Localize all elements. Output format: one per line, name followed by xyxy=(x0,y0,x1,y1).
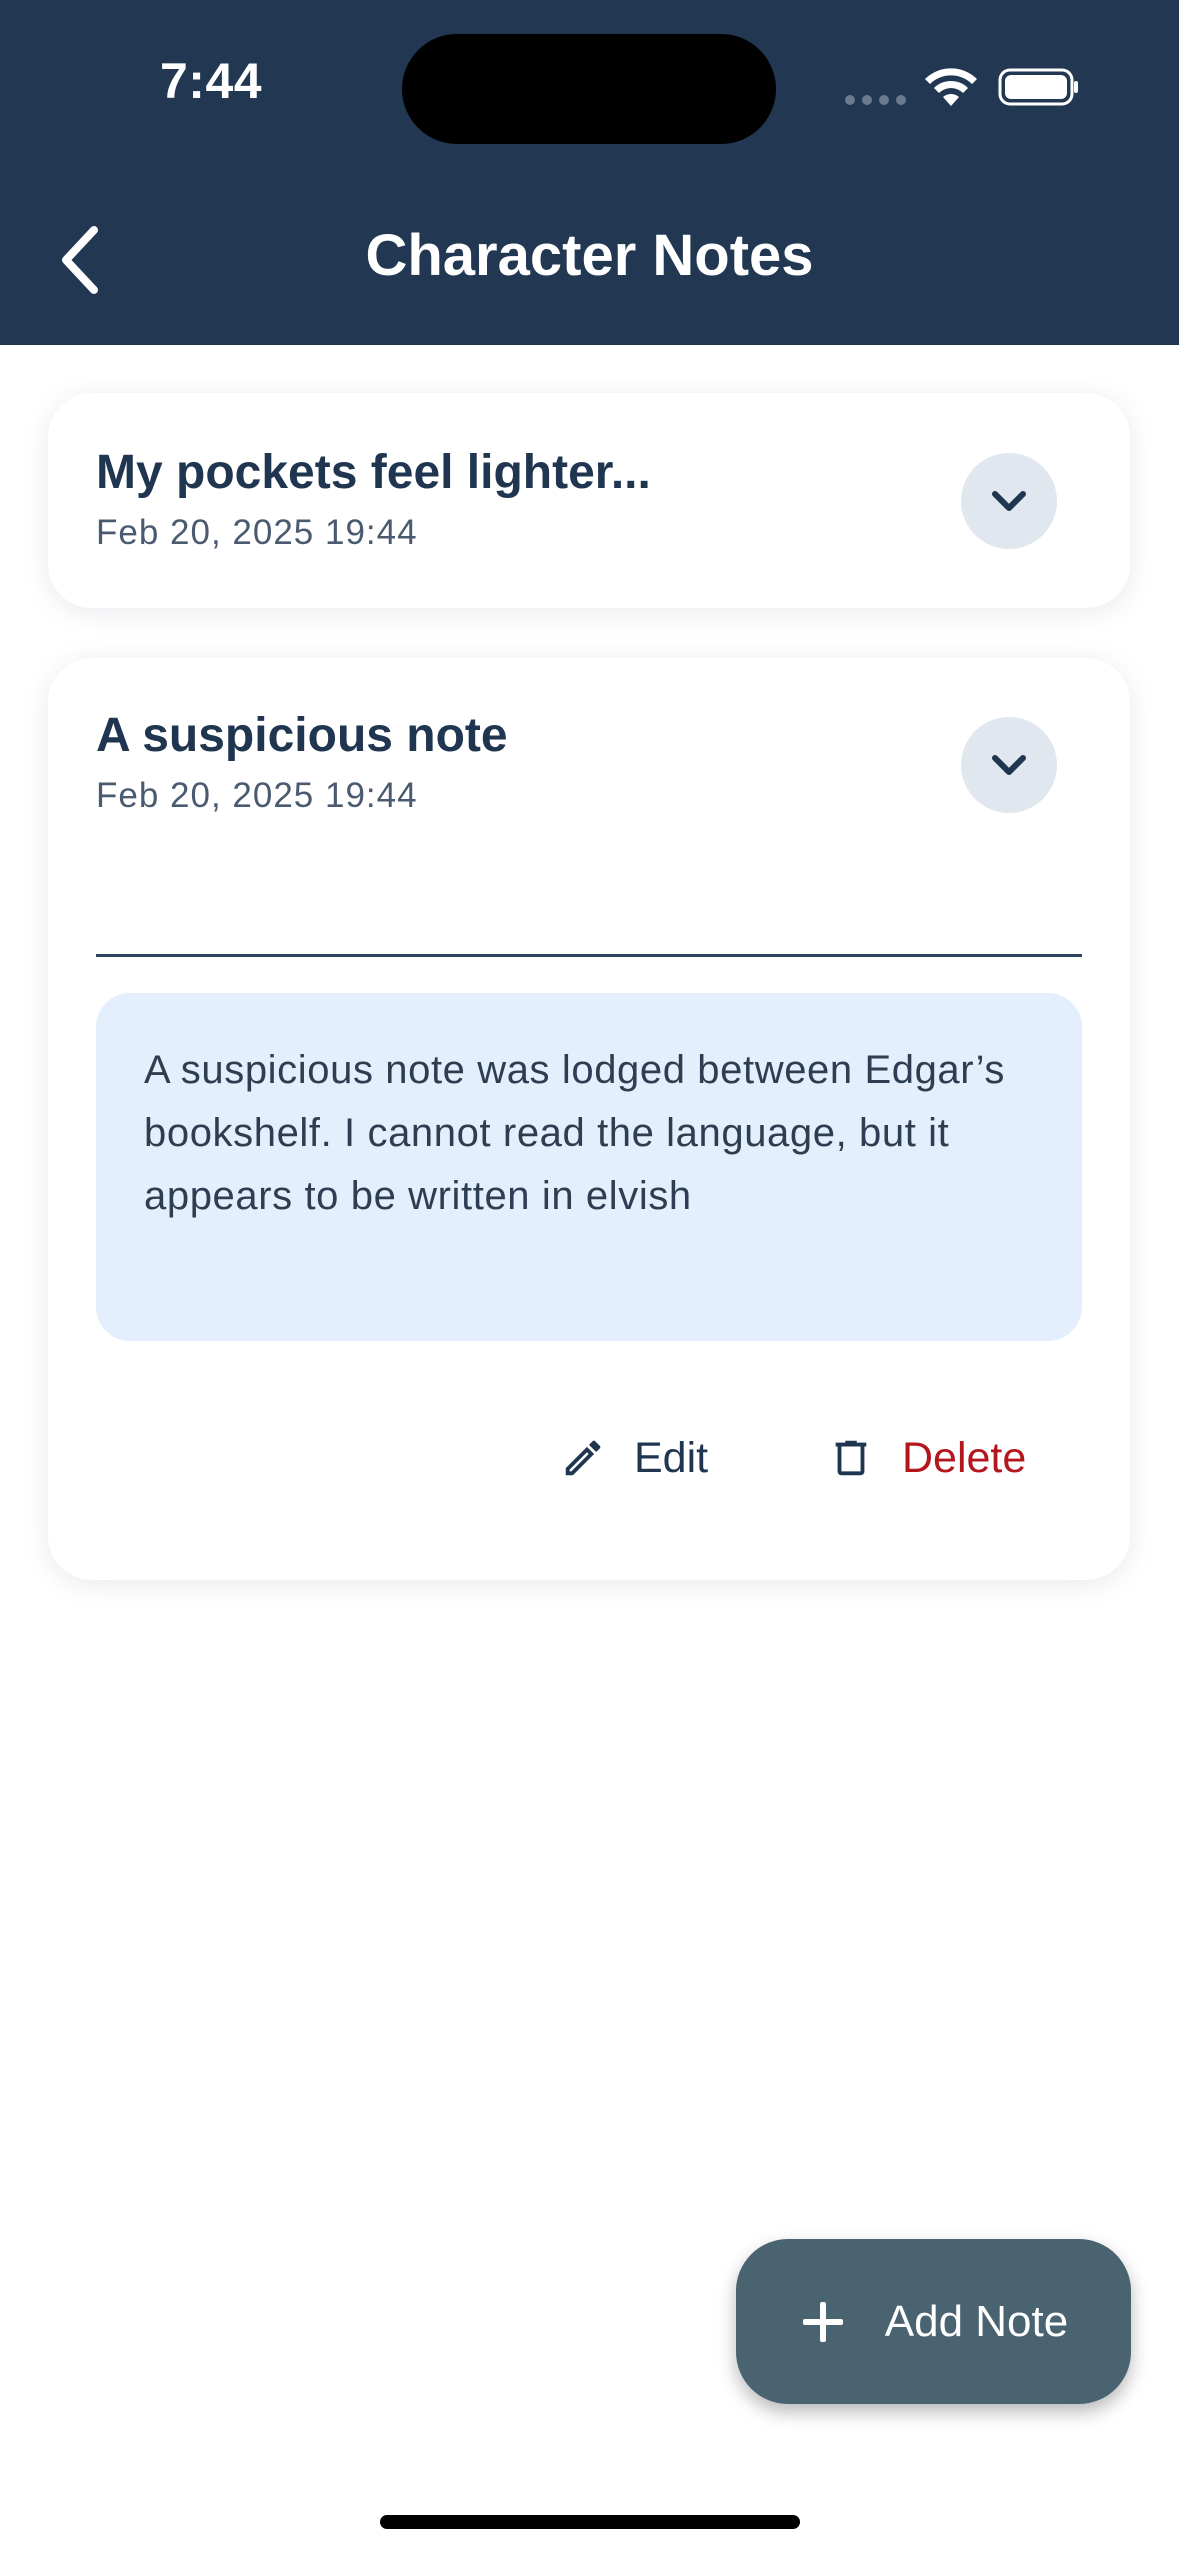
note-body: A suspicious note was lodged between Edg… xyxy=(96,993,1082,1341)
cellular-signal-icon xyxy=(845,95,906,105)
note-card[interactable]: A suspicious note Feb 20, 2025 19:44 A s… xyxy=(48,658,1130,1580)
delete-label: Delete xyxy=(902,1433,1027,1482)
note-title: My pockets feel lighter... xyxy=(96,446,651,499)
chevron-down-icon xyxy=(992,491,1026,511)
battery-icon xyxy=(998,68,1078,106)
home-indicator[interactable] xyxy=(380,2515,800,2529)
chevron-down-icon xyxy=(992,755,1026,775)
note-card[interactable]: My pockets feel lighter... Feb 20, 2025 … xyxy=(48,393,1130,608)
add-note-button[interactable]: Add Note xyxy=(736,2239,1131,2404)
pencil-icon xyxy=(565,1440,601,1476)
dynamic-island xyxy=(402,34,776,144)
status-bar-time: 7:44 xyxy=(160,53,263,109)
add-note-label: Add Note xyxy=(884,2296,1069,2346)
divider xyxy=(96,954,1082,957)
delete-note-button[interactable]: Delete xyxy=(828,1413,1026,1503)
edit-note-button[interactable]: Edit xyxy=(560,1413,708,1503)
note-title: A suspicious note xyxy=(96,709,508,762)
app-header: 7:44 Character Notes xyxy=(0,0,1179,345)
plus-icon xyxy=(802,2301,843,2342)
expand-note-button[interactable] xyxy=(961,453,1057,549)
trash-icon xyxy=(835,1440,867,1476)
note-date: Feb 20, 2025 19:44 xyxy=(96,513,418,552)
edit-label: Edit xyxy=(634,1433,709,1482)
page-title: Character Notes xyxy=(365,223,814,288)
wifi-icon xyxy=(925,68,977,106)
collapse-note-button[interactable] xyxy=(961,717,1057,813)
note-date: Feb 20, 2025 19:44 xyxy=(96,776,418,815)
